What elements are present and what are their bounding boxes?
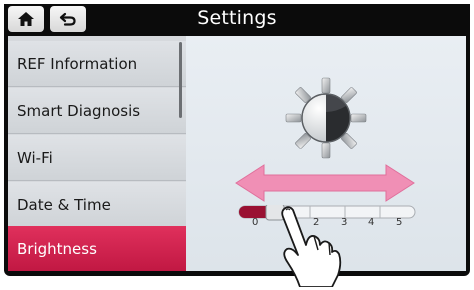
sidebar-item-smart-diagnosis[interactable]: Smart Diagnosis (8, 88, 186, 134)
sidebar-item-date-time[interactable]: Date & Time (8, 182, 186, 228)
brightness-sun-icon (285, 77, 367, 159)
tick-label: 4 (368, 217, 375, 228)
sidebar-scrollbar[interactable] (179, 42, 182, 118)
sidebar-item-label: Smart Diagnosis (17, 101, 141, 120)
header-bar: Settings (4, 4, 470, 36)
tick-label: 5 (396, 217, 403, 228)
sidebar-item-label: Wi-Fi (17, 148, 53, 167)
sidebar-item-label: REF Information (17, 54, 138, 73)
page-title: Settings (197, 7, 277, 29)
tick-label: 0 (252, 217, 259, 228)
sidebar-item-wi-fi[interactable]: Wi-Fi (8, 135, 186, 181)
sidebar-item-ref-information[interactable]: REF Information (8, 41, 186, 87)
sidebar-item-label: Brightness (17, 239, 97, 258)
swipe-hand-icon (281, 206, 342, 287)
sidebar-item-brightness[interactable]: Brightness (8, 226, 186, 271)
settings-sidebar: REF Information Smart Diagnosis Wi-Fi Da… (8, 36, 186, 271)
sidebar-item-label: Date & Time (17, 195, 111, 214)
swipe-double-arrow-icon (235, 164, 415, 202)
